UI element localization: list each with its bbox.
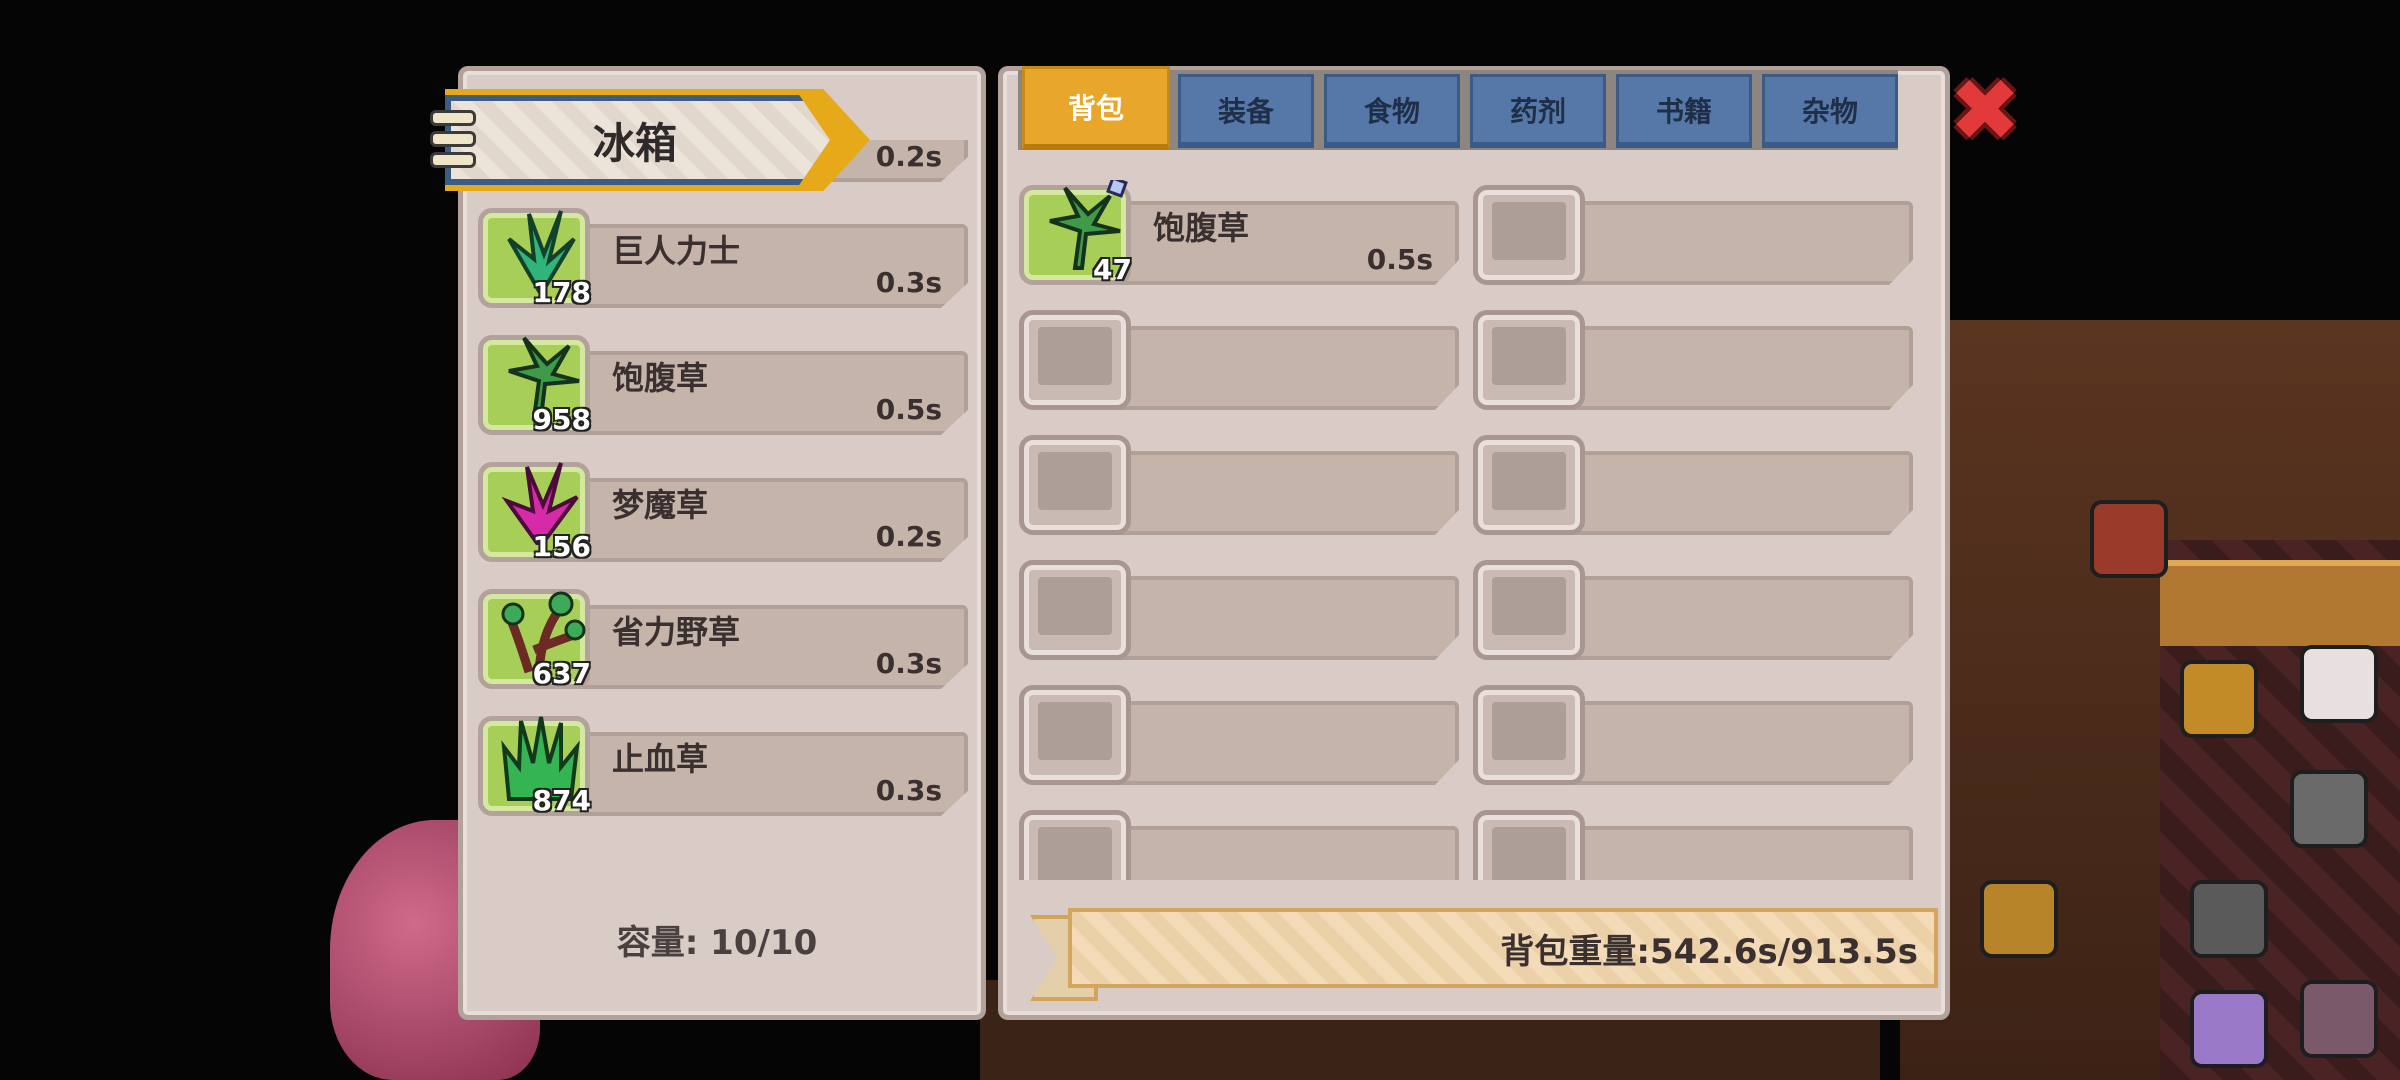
item-slot[interactable]: 178: [478, 208, 591, 309]
item-slot[interactable]: 874: [478, 716, 591, 817]
backpack-empty-slot[interactable]: [1473, 685, 1913, 785]
tab-equipment[interactable]: 装备: [1178, 74, 1314, 148]
item-weight: 0.5s: [1366, 243, 1433, 276]
backpack-empty-slot[interactable]: [1473, 435, 1913, 535]
background-shell-icon: [2190, 990, 2268, 1068]
item-name: 饱腹草: [1153, 209, 1250, 247]
fridge-item[interactable]: 637 省力野草 0.3s: [478, 589, 968, 690]
backpack-empty-slot[interactable]: [1019, 310, 1459, 410]
item-slot[interactable]: 156: [478, 462, 591, 563]
background-crown-icon: [1980, 880, 2058, 958]
backpack-empty-slot[interactable]: [1019, 685, 1459, 785]
item-slot[interactable]: 47: [1019, 180, 1132, 286]
item-count: 156: [532, 530, 591, 563]
background-helmet-icon: [2180, 660, 2258, 738]
backpack-grid[interactable]: 47 饱腹草 0.5s: [1015, 180, 1925, 880]
fridge-item[interactable]: 958 饱腹草 0.5s: [478, 335, 968, 436]
backpack-empty-slot[interactable]: [1473, 310, 1913, 410]
tab-food[interactable]: 食物: [1324, 74, 1460, 148]
background-shelf: [2160, 560, 2400, 646]
item-slot[interactable]: 958: [478, 335, 591, 436]
close-icon[interactable]: ✖: [1949, 61, 2021, 161]
item-count: 637: [532, 657, 591, 690]
backpack-empty-slot[interactable]: [1473, 810, 1913, 880]
fridge-item[interactable]: 874 止血草 0.3s: [478, 716, 968, 817]
item-name: 止血草: [612, 740, 709, 778]
backpack-empty-slot[interactable]: [1019, 810, 1459, 880]
item-weight: 0.5s: [875, 393, 942, 426]
backpack-item[interactable]: 47 饱腹草 0.5s: [1019, 180, 1459, 286]
background-axe-icon: [2290, 770, 2368, 848]
background-scroll-icon: [2190, 880, 2268, 958]
fridge-item[interactable]: 156 梦魔草 0.2s: [478, 462, 968, 563]
item-count: 874: [532, 784, 591, 817]
item-count: 47: [1093, 253, 1132, 286]
fridge-title: 冰箱: [592, 118, 677, 168]
backpack-empty-slot[interactable]: [1019, 435, 1459, 535]
fridge-item-list[interactable]: 156 0.2s 178 巨人力士 0.3s 958 饱腹草 0.5s: [470, 140, 970, 880]
backpack-empty-slot[interactable]: [1473, 560, 1913, 660]
background-medkit-icon: [2300, 645, 2378, 723]
item-weight: 0.2s: [875, 140, 942, 173]
backpack-weight: 背包重量:542.6s/913.5s: [1500, 932, 1918, 972]
item-slot[interactable]: 637: [478, 589, 591, 690]
fridge-capacity: 容量: 10/10: [616, 923, 818, 963]
backpack-empty-slot[interactable]: [1019, 560, 1459, 660]
tab-misc[interactable]: 杂物: [1762, 74, 1898, 148]
tab-potion[interactable]: 药剂: [1470, 74, 1606, 148]
background-mask-icon: [2300, 980, 2378, 1058]
item-name: 饱腹草: [612, 359, 709, 397]
item-weight: 0.3s: [875, 266, 942, 299]
item-name: 巨人力士: [612, 232, 741, 270]
item-weight: 0.3s: [875, 647, 942, 680]
item-weight: 0.2s: [875, 520, 942, 553]
item-count: 958: [532, 403, 591, 436]
item-name: 梦魔草: [612, 486, 709, 524]
backpack-weight-ribbon: 背包重量:542.6s/913.5s: [1068, 908, 1938, 988]
item-count: 178: [532, 276, 591, 309]
tab-books[interactable]: 书籍: [1616, 74, 1752, 148]
fridge-item[interactable]: 178 巨人力士 0.3s: [478, 208, 968, 309]
item-name: 省力野草: [612, 613, 741, 651]
tab-backpack[interactable]: 背包: [1022, 66, 1170, 150]
item-weight: 0.3s: [875, 774, 942, 807]
backpack-empty-slot[interactable]: [1473, 185, 1913, 285]
background-relic-icon: [2090, 500, 2168, 578]
